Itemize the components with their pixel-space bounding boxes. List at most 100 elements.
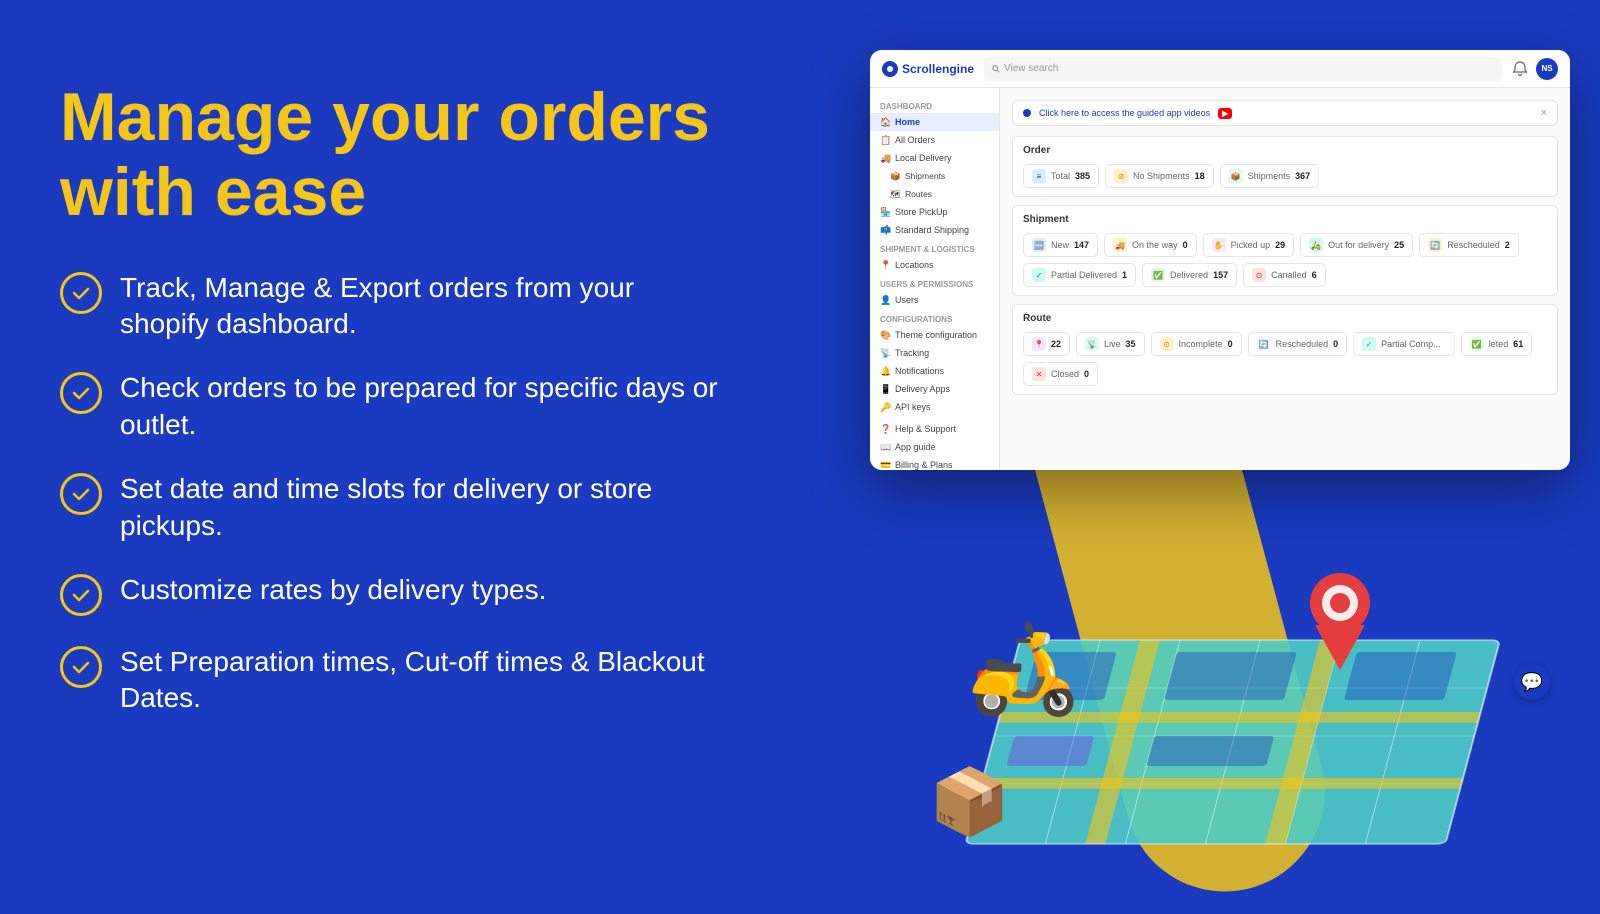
store-icon: 🏪 [880, 207, 890, 217]
sidebar-item-tracking[interactable]: 📡 Tracking [870, 344, 999, 362]
stat-partial-completed: ✓ Partial Comp... [1353, 332, 1455, 356]
closed-icon: ✕ [1032, 367, 1046, 381]
route-resched-icon: 🔄 [1257, 337, 1271, 351]
sidebar-item-help[interactable]: ❓ Help & Support [870, 420, 999, 438]
feature-text-5: Set Preparation times, Cut-off times & B… [120, 644, 720, 717]
chat-bubble[interactable]: 💬 [1514, 664, 1550, 700]
theme-icon: 🎨 [880, 330, 890, 340]
check-icon-2 [60, 372, 102, 414]
shipment-stats-row: 🆕 New 147 🚚 On the way 0 ✋ Picked up 29 [1023, 233, 1547, 287]
feature-text-1: Track, Manage & Export orders from your … [120, 270, 720, 343]
shipments-count-icon: 📦 [1229, 169, 1243, 183]
feature-item-5: Set Preparation times, Cut-off times & B… [60, 644, 720, 717]
bell-icon [1512, 61, 1528, 77]
delivered-icon: ✅ [1151, 268, 1165, 282]
stat-delivered: ✅ Delivered 157 [1142, 263, 1237, 287]
stat-route-rescheduled: 🔄 Rescheduled 0 [1248, 332, 1348, 356]
sidebar-item-delivery-apps[interactable]: 📱 Delivery Apps [870, 380, 999, 398]
feature-item-3: Set date and time slots for delivery or … [60, 471, 720, 544]
partial-icon: ✓ [1032, 268, 1046, 282]
sidebar-item-home[interactable]: 🏠 Home [870, 113, 999, 131]
picked-icon: ✋ [1212, 238, 1226, 252]
on-way-icon: 🚚 [1113, 238, 1127, 252]
sidebar-item-routes[interactable]: 🗺 Routes [870, 185, 999, 203]
notif-link[interactable]: Click here to access the guided app vide… [1039, 108, 1210, 118]
stat-live: 📡 Live 35 [1076, 332, 1145, 356]
notification-bar: Click here to access the guided app vide… [1012, 100, 1558, 126]
feature-item-2: Check orders to be prepared for specific… [60, 370, 720, 443]
shipment-section: Shipment 🆕 New 147 🚚 On the way 0 ✋ Pi [1012, 205, 1558, 296]
check-icon-5 [60, 646, 102, 688]
header-right: NS [1512, 58, 1558, 80]
check-icon-4 [60, 574, 102, 616]
sidebar-label-config: Configurations [870, 309, 999, 326]
feature-text-3: Set date and time slots for delivery or … [120, 471, 720, 544]
stat-cancelled: ⊙ Canalled 6 [1243, 263, 1326, 287]
sidebar-item-local-delivery[interactable]: 🚚 Local Delivery [870, 149, 999, 167]
sidebar-label-dashboard: Dashboard [870, 96, 999, 113]
billing-icon: 💳 [880, 460, 890, 470]
stat-incomplete: ⊙ Incomplete 0 [1151, 332, 1242, 356]
app-main: Click here to access the guided app vide… [1000, 88, 1570, 470]
sidebar-item-locations[interactable]: 📍 Locations [870, 256, 999, 274]
stat-rescheduled: 🔄 Rescheduled 2 [1419, 233, 1519, 257]
sidebar-item-standard-shipping[interactable]: 📫 Standard Shipping [870, 221, 999, 239]
location-pin [1300, 565, 1380, 680]
guide-icon: 📖 [880, 442, 890, 452]
youtube-icon: ▶ [1218, 108, 1232, 119]
notif-dot [1023, 109, 1031, 117]
stat-route-count: 📍 22 [1023, 332, 1070, 356]
app-logo: Scrollengine [882, 61, 974, 77]
stat-completed: ✅ leted 61 [1461, 332, 1533, 356]
stat-closed: ✕ Closed 0 [1023, 362, 1098, 386]
users-icon: 👤 [880, 295, 890, 305]
feature-text-2: Check orders to be prepared for specific… [120, 370, 720, 443]
route-section: Route 📍 22 📡 Live 35 ⊙ Incomplete 0 [1012, 304, 1558, 395]
tracking-icon: 📡 [880, 348, 890, 358]
stat-shipments: 📦 Shipments 367 [1220, 164, 1320, 188]
stat-no-shipments: ⊘ No Shipments 18 [1105, 164, 1214, 188]
sidebar-item-shipments[interactable]: 📦 Shipments [870, 167, 999, 185]
package-box: 📦 [929, 764, 1010, 840]
partial-comp-icon: ✓ [1362, 337, 1376, 351]
order-section-title: Order [1023, 145, 1547, 156]
shipment-section-title: Shipment [1023, 214, 1547, 225]
sidebar-item-store-pickup[interactable]: 🏪 Store PickUp [870, 203, 999, 221]
total-icon: ≡ [1032, 169, 1046, 183]
home-icon: 🏠 [880, 117, 890, 127]
sidebar-item-billing[interactable]: 💳 Billing & Plans [870, 456, 999, 470]
stat-total: ≡ Total 385 [1023, 164, 1099, 188]
sidebar-item-users[interactable]: 👤 Users [870, 291, 999, 309]
route-section-title: Route [1023, 313, 1547, 324]
left-panel: Manage your orders with ease Track, Mana… [60, 80, 720, 717]
sidebar-item-notifications[interactable]: 🔔 Notifications [870, 362, 999, 380]
stat-out-delivery: 🛵 Out for delivery 25 [1300, 233, 1413, 257]
close-notification-button[interactable]: × [1541, 107, 1547, 119]
shipments-icon: 📦 [890, 171, 900, 181]
search-bar[interactable]: View search [984, 57, 1502, 81]
sidebar-label-logistics: Shipment & Logistics [870, 239, 999, 256]
app-screenshot: Scrollengine View search NS Dashboard 🏠 … [870, 50, 1570, 470]
stat-new: 🆕 New 147 [1023, 233, 1098, 257]
sidebar-item-app-guide[interactable]: 📖 App guide [870, 438, 999, 456]
search-icon [992, 65, 1000, 73]
help-icon: ❓ [880, 424, 890, 434]
sidebar-label-users: Users & Permissions [870, 274, 999, 291]
cancelled-icon: ⊙ [1252, 268, 1266, 282]
rescheduled-icon: 🔄 [1428, 238, 1442, 252]
feature-item-1: Track, Manage & Export orders from your … [60, 270, 720, 343]
routes-icon: 🗺 [890, 189, 900, 199]
sidebar-item-api-keys[interactable]: 🔑 API keys [870, 398, 999, 416]
feature-item-4: Customize rates by delivery types. [60, 572, 720, 616]
apps-icon: 📱 [880, 384, 890, 394]
orders-icon: 📋 [880, 135, 890, 145]
stat-on-the-way: 🚚 On the way 0 [1104, 233, 1197, 257]
stat-partial-delivered: ✓ Partial Delivered 1 [1023, 263, 1136, 287]
app-body: Dashboard 🏠 Home 📋 All Orders 🚚 Local De… [870, 88, 1570, 470]
sidebar-item-theme[interactable]: 🎨 Theme configuration [870, 326, 999, 344]
order-section: Order ≡ Total 385 ⊘ No Shipments 18 📦 S [1012, 136, 1558, 197]
sidebar-item-all-orders[interactable]: 📋 All Orders [870, 131, 999, 149]
location-icon: 📍 [880, 260, 890, 270]
check-icon-1 [60, 272, 102, 314]
scooter-emoji: 🛵 [968, 615, 1080, 720]
